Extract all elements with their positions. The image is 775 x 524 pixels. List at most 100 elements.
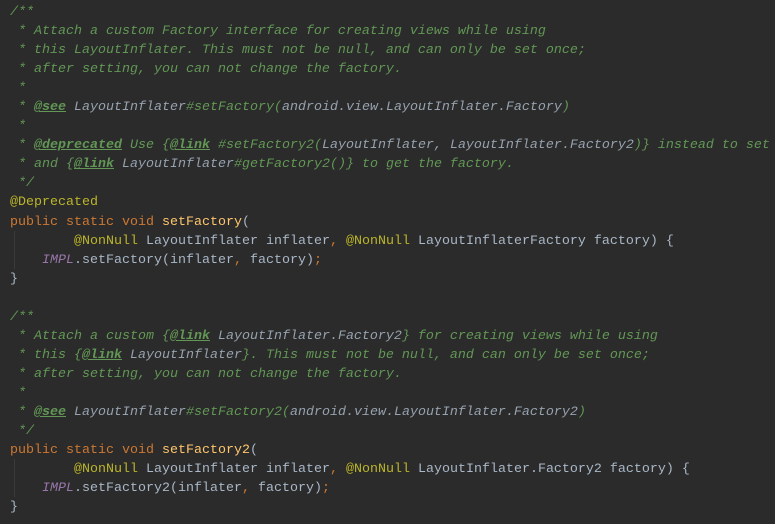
code-line[interactable]: * @see LayoutInflater#setFactory(android…	[10, 98, 770, 117]
code-token-t: factory)	[249, 252, 314, 268]
code-line[interactable]: * Attach a custom Factory interface for …	[10, 22, 770, 41]
code-token-c: )	[561, 100, 570, 116]
code-line[interactable]: IMPL.setFactory2(inflater, factory);	[10, 479, 770, 498]
code-token-c: }. This must not be null, and can only b…	[241, 347, 650, 363]
code-token-ref: LayoutInflater, LayoutInflater.Factory2	[321, 138, 634, 154]
code-token-c: * and {	[10, 157, 74, 173]
code-token-c: */	[10, 424, 34, 440]
code-token-ann: @NonNull	[345, 462, 410, 478]
code-line[interactable]: * after setting, you can not change the …	[10, 365, 770, 384]
code-line[interactable]: * and {@link LayoutInflater#getFactory2(…	[10, 155, 770, 174]
code-token-c: #getFactory2()} to get the factory.	[233, 157, 514, 173]
code-token-t: LayoutInflaterFactory factory) {	[409, 233, 674, 249]
code-token-c: /**	[10, 309, 34, 325]
code-token-c: *	[10, 81, 26, 97]
code-token-ann: @Deprecated	[10, 195, 98, 211]
code-token-kw: ;	[321, 481, 330, 497]
code-line[interactable]: public static void setFactory2(	[10, 441, 770, 460]
code-line[interactable]: @NonNull LayoutInflater inflater, @NonNu…	[10, 460, 770, 479]
code-token-kw: public static void	[10, 443, 162, 459]
code-token-ann: @NonNull	[345, 233, 410, 249]
code-token-c: /**	[10, 5, 34, 20]
code-token-c: *	[10, 138, 34, 154]
code-token-t: factory)	[257, 481, 322, 497]
code-token-t: (	[241, 214, 250, 230]
code-line[interactable]: * this {@link LayoutInflater}. This must…	[10, 346, 770, 365]
code-line[interactable]: * after setting, you can not change the …	[10, 60, 770, 79]
code-token-t	[10, 253, 42, 268]
code-line[interactable]: * @deprecated Use {@link #setFactory2(La…	[10, 136, 770, 155]
code-token-c: )} instead to set	[633, 138, 770, 154]
code-line[interactable]: * this LayoutInflater. This must not be …	[10, 41, 770, 60]
code-token-t	[10, 462, 74, 477]
code-token-ref: LayoutInflater	[114, 157, 234, 173]
code-line[interactable]: *	[10, 117, 770, 136]
code-token-t: .setFactory2(inflater	[74, 481, 242, 497]
code-token-ref: LayoutInflater	[121, 347, 242, 363]
code-token-c: *	[10, 404, 34, 420]
code-token-ref: LayoutInflater	[66, 404, 186, 420]
code-token-ann: @NonNull	[74, 233, 138, 249]
code-token-kw: ,	[233, 252, 250, 268]
code-line[interactable]: IMPL.setFactory(inflater, factory);	[10, 251, 770, 270]
code-line[interactable]: * Attach a custom {@link LayoutInflater.…	[10, 327, 770, 346]
code-line[interactable]: }	[10, 498, 770, 517]
code-line[interactable]: *	[10, 384, 770, 403]
code-token-kw: public static void	[10, 214, 162, 230]
code-editor[interactable]: /** * Attach a custom Factory interface …	[10, 3, 770, 517]
code-token-t	[10, 481, 42, 496]
code-line[interactable]	[10, 289, 770, 308]
code-line[interactable]: */	[10, 174, 770, 193]
code-token-c: #setFactory2(	[209, 138, 322, 154]
code-token-c: * Attach a custom Factory interface for …	[10, 24, 546, 40]
code-token-ref: android.view.LayoutInflater.Factory	[281, 100, 562, 116]
code-token-tag: @see	[34, 100, 66, 116]
code-token-tag: @link	[169, 328, 210, 344]
code-token-ref: android.view.LayoutInflater.Factory2	[289, 404, 578, 420]
code-token-c: Use {	[121, 138, 170, 154]
code-token-c: #setFactory(	[185, 100, 282, 116]
code-token-c: } for creating views while using	[401, 328, 658, 344]
code-token-kw: ,	[329, 462, 346, 478]
code-token-t: LayoutInflater inflater	[138, 462, 330, 478]
code-token-ann: @NonNull	[74, 462, 138, 478]
code-line[interactable]: */	[10, 422, 770, 441]
code-token-tag: @link	[74, 157, 114, 173]
code-line[interactable]: * @see LayoutInflater#setFactory2(androi…	[10, 403, 770, 422]
code-token-fn: setFactory	[161, 214, 242, 230]
code-token-kw: ;	[313, 252, 322, 268]
code-line[interactable]: @NonNull LayoutInflater inflater, @NonNu…	[10, 232, 770, 251]
code-token-c: * after setting, you can not change the …	[10, 366, 402, 382]
code-token-t: }	[10, 500, 18, 516]
code-token-kw: ,	[241, 481, 258, 497]
code-token-c: *	[10, 385, 26, 401]
code-token-tag: @link	[169, 138, 210, 154]
code-token-t: LayoutInflater.Factory2 factory) {	[409, 462, 690, 478]
code-token-t	[10, 234, 74, 249]
code-line[interactable]: /**	[10, 3, 770, 22]
code-token-tag: @link	[81, 347, 122, 363]
code-token-t: LayoutInflater inflater	[138, 233, 330, 249]
code-token-c: *	[10, 119, 26, 135]
code-token-t: }	[10, 271, 18, 287]
code-line[interactable]: *	[10, 79, 770, 98]
code-token-c: * this LayoutInflater. This must not be …	[10, 43, 586, 59]
code-token-ref: LayoutInflater.Factory2	[209, 328, 402, 344]
code-token-c: #setFactory2(	[185, 404, 290, 420]
code-token-c: * this {	[10, 347, 82, 363]
code-token-c: * Attach a custom {	[10, 328, 170, 344]
code-line[interactable]: public static void setFactory(	[10, 213, 770, 232]
code-token-ref: LayoutInflater	[66, 100, 186, 116]
code-line[interactable]: }	[10, 270, 770, 289]
code-token-c: *	[10, 100, 34, 116]
code-token-c: * after setting, you can not change the …	[10, 62, 402, 78]
code-token-fld: IMPL	[42, 481, 74, 497]
code-token-tag: @see	[34, 404, 66, 420]
code-token-t: .setFactory(inflater	[74, 252, 234, 268]
code-token-fn: setFactory2	[161, 443, 250, 459]
code-line[interactable]: /**	[10, 308, 770, 327]
code-token-kw: ,	[329, 233, 346, 249]
code-token-tag: @deprecated	[34, 138, 122, 154]
code-line[interactable]: @Deprecated	[10, 193, 770, 212]
code-token-fld: IMPL	[42, 252, 74, 268]
